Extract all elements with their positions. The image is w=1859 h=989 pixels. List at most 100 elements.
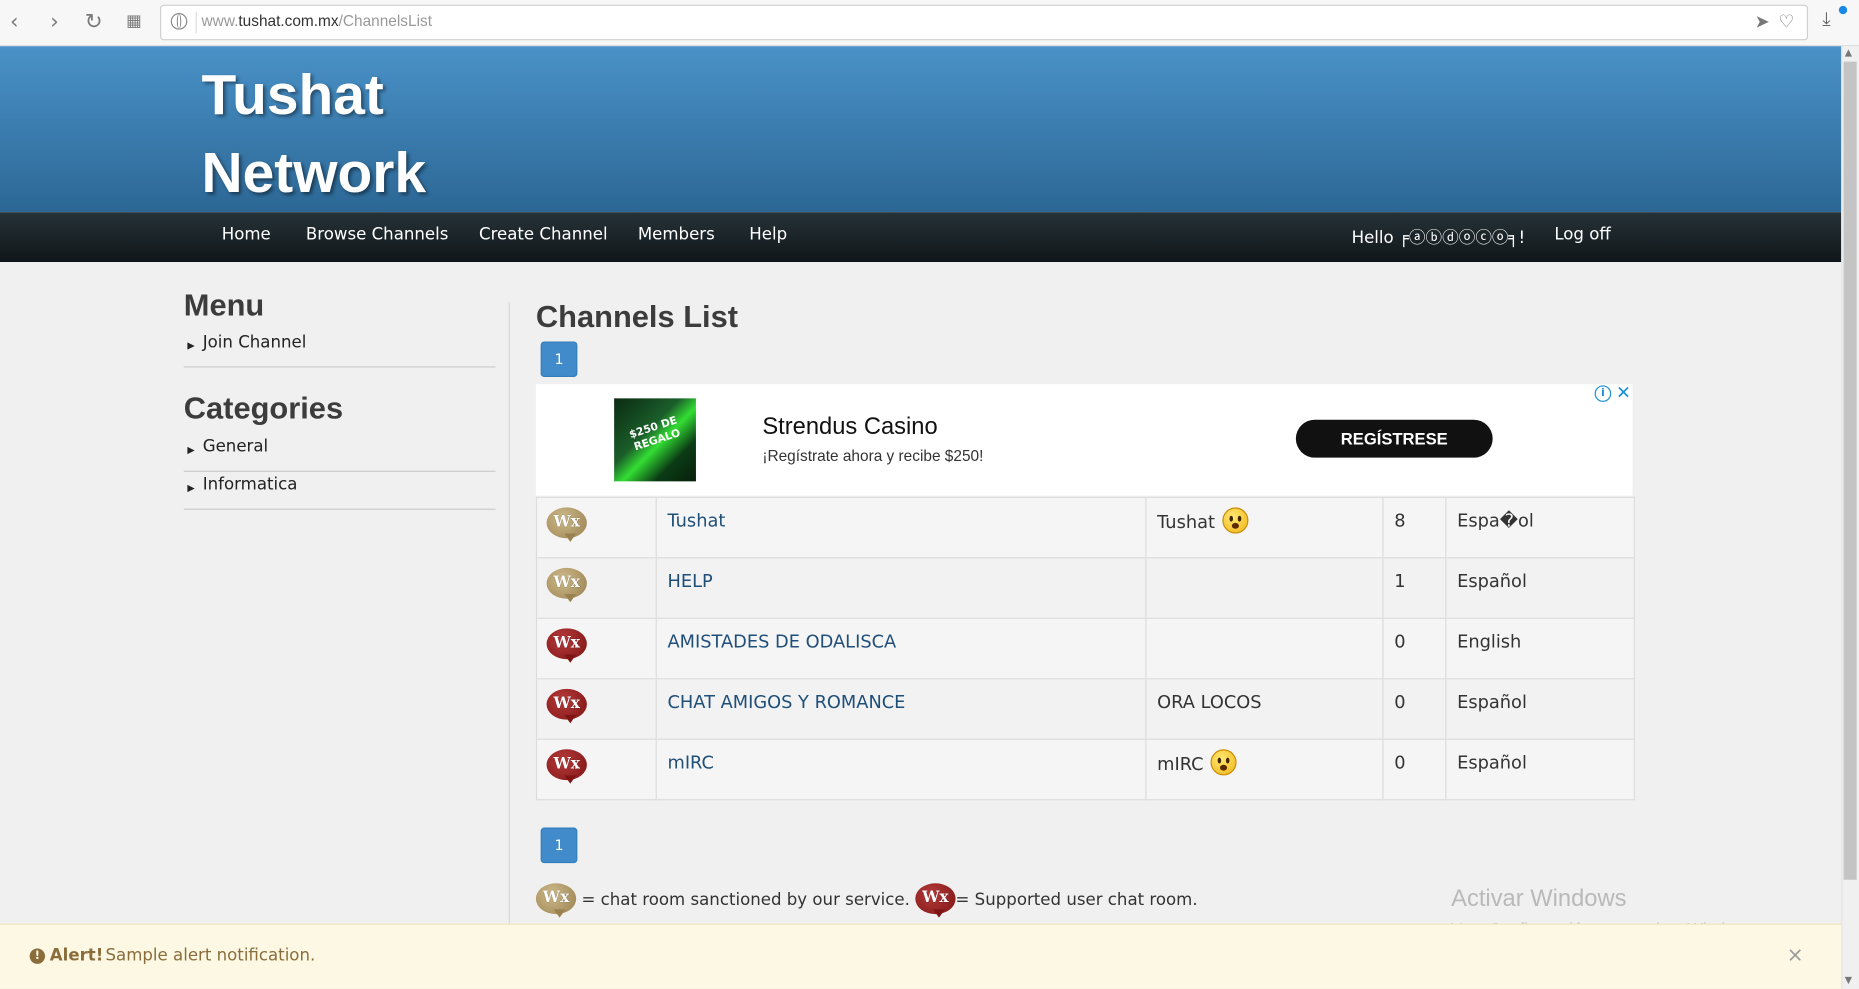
page-root: ‹ › ↻ ▦ www.tushat.com.mx/ChannelsList ➤… — [0, 0, 1859, 989]
channel-owner: ORA LOCOS — [1157, 691, 1262, 713]
nav-log-off[interactable]: Log off — [1554, 225, 1611, 244]
channel-owner: mIRC — [1157, 753, 1204, 775]
sidebar-item-general[interactable]: ▶ General — [183, 434, 496, 472]
url-prefix: www. — [201, 11, 239, 30]
channel-language-cell: Espa�ol — [1445, 496, 1635, 559]
channel-users-cell: 8 — [1382, 496, 1447, 559]
nav-browse-channels[interactable]: Browse Channels — [306, 225, 449, 244]
table-row: Wx Tushat Tushat 8 Espa�ol — [535, 496, 1635, 559]
bullet-icon: ▶ — [187, 444, 195, 456]
table-row: Wx AMISTADES DE ODALISCA 0 English — [535, 617, 1635, 680]
ad-image[interactable]: $250 DE REGALO — [614, 398, 696, 482]
channel-name-cell: Tushat — [655, 496, 1147, 559]
nav-members[interactable]: Members — [638, 225, 715, 244]
site-title-line1: Tushat — [201, 64, 384, 127]
channel-owner-cell — [1145, 557, 1384, 619]
channel-link[interactable]: HELP — [667, 570, 712, 591]
ad-description: ¡Regístrate ahora y recibe $250! — [762, 446, 984, 465]
channel-link[interactable]: AMISTADES DE ODALISCA — [667, 631, 896, 652]
download-icon[interactable]: ⤓ — [1822, 7, 1830, 31]
reload-icon[interactable]: ↻ — [79, 7, 107, 35]
scroll-down-icon[interactable]: ▼ — [1845, 975, 1852, 986]
channel-owner-cell: mIRC — [1145, 738, 1384, 801]
smiley-icon — [1222, 507, 1249, 534]
ad-register-button[interactable]: REGÍSTRESE — [1295, 419, 1493, 458]
activation-watermark-title: Activar Windows — [1451, 885, 1627, 912]
user-room-icon: Wx — [546, 688, 587, 724]
channels-table: Wx Tushat Tushat 8 Espa�ol Wx HELP 1 Esp… — [535, 496, 1635, 801]
address-separator — [195, 11, 197, 34]
ad-title[interactable]: Strendus Casino — [762, 414, 937, 441]
user-greeting[interactable]: Hello ╒ⓐⓑⓓⓞⓒⓞ╕! — [1352, 225, 1526, 249]
send-icon[interactable]: ➤ — [1755, 11, 1770, 32]
channel-users: 0 — [1394, 630, 1406, 653]
site-title[interactable]: Tushat Network — [202, 57, 558, 213]
channel-language-cell: English — [1445, 617, 1635, 680]
page-scrollbar-thumb[interactable] — [1843, 61, 1857, 880]
ad-info-icon[interactable]: i — [1594, 385, 1612, 402]
download-badge — [1838, 5, 1848, 15]
channel-name-cell: CHAT AMIGOS Y ROMANCE — [655, 678, 1147, 740]
url-domain: tushat.com.mx — [238, 11, 339, 30]
channel-icon-cell: Wx — [535, 678, 657, 740]
channel-language: Español — [1457, 691, 1527, 713]
channel-users-cell: 1 — [1382, 557, 1447, 619]
scroll-up-icon[interactable]: ▲ — [1845, 47, 1852, 58]
sidebar-item-join-channel[interactable]: ▶ Join Channel — [183, 330, 496, 368]
bullet-icon: ▶ — [187, 340, 195, 351]
sidebar-divider — [508, 302, 510, 925]
address-bar[interactable]: www.tushat.com.mx/ChannelsList ➤ ♡ — [160, 4, 1809, 41]
channel-link[interactable]: mIRC — [667, 752, 713, 773]
ad-image-text: $250 DE REGALO — [628, 415, 683, 454]
channel-owner: Tushat — [1157, 511, 1215, 533]
channel-users: 0 — [1394, 751, 1406, 774]
url-path: /ChannelsList — [338, 11, 433, 30]
channel-owner-cell: Tushat — [1145, 496, 1384, 559]
channel-language: Español — [1457, 570, 1527, 592]
forward-icon[interactable]: › — [40, 7, 68, 35]
channel-icon-cell: Wx — [535, 557, 657, 619]
sidebar-item-informatica[interactable]: ▶ Informatica — [183, 472, 496, 510]
browser-toolbar: ‹ › ↻ ▦ www.tushat.com.mx/ChannelsList ➤… — [0, 0, 1859, 47]
grid-icon[interactable]: ▦ — [120, 7, 148, 35]
channel-language-cell: Español — [1445, 557, 1635, 619]
smiley-icon — [1210, 749, 1237, 776]
address-text[interactable]: www.tushat.com.mx/ChannelsList — [202, 12, 432, 30]
alert-bar: ! Alert! Sample alert notification. × — [0, 923, 1842, 989]
sidebar-item-label: Join Channel — [202, 333, 307, 353]
channel-language: English — [1457, 630, 1522, 653]
channel-users-cell: 0 — [1382, 678, 1447, 740]
pagination-top-page[interactable]: 1 — [540, 341, 578, 378]
alert-close-icon[interactable]: × — [1787, 944, 1804, 968]
table-row: Wx HELP 1 Español — [535, 557, 1635, 619]
sanctioned-room-icon: Wx — [546, 507, 587, 542]
back-icon[interactable]: ‹ — [0, 7, 28, 35]
sanctioned-room-icon: Wx — [535, 883, 577, 918]
pagination-bottom-page[interactable]: 1 — [540, 827, 578, 864]
nav-home[interactable]: Home — [222, 225, 271, 244]
channel-users: 1 — [1394, 570, 1406, 592]
table-row: Wx CHAT AMIGOS Y ROMANCE ORA LOCOS 0 Esp… — [535, 678, 1635, 740]
channel-icon-cell: Wx — [535, 617, 657, 680]
page-title: Channels List — [535, 298, 739, 335]
channel-users-cell: 0 — [1382, 617, 1447, 680]
bullet-icon: ▶ — [187, 482, 195, 494]
nav-help[interactable]: Help — [749, 225, 787, 244]
ad-close-icon[interactable]: ✕ — [1616, 382, 1631, 403]
heart-icon[interactable]: ♡ — [1778, 11, 1794, 32]
channel-link[interactable]: CHAT AMIGOS Y ROMANCE — [667, 691, 905, 712]
channel-name-cell: HELP — [655, 557, 1147, 619]
legend-sanctioned-text: = chat room sanctioned by our service. — [581, 890, 910, 910]
channel-icon-cell: Wx — [535, 496, 657, 559]
sanctioned-room-icon: Wx — [546, 567, 587, 603]
channel-users: 0 — [1394, 691, 1406, 713]
channel-link[interactable]: Tushat — [667, 510, 725, 531]
nav-create-channel[interactable]: Create Channel — [479, 225, 608, 244]
user-room-icon: Wx — [546, 749, 587, 784]
advertisement[interactable]: $250 DE REGALO Strendus Casino ¡Regístra… — [535, 382, 1633, 496]
channel-icon-cell: Wx — [535, 738, 657, 801]
channel-users: 8 — [1394, 509, 1406, 532]
alert-message: Sample alert notification. — [105, 946, 316, 966]
channel-name-cell: mIRC — [655, 738, 1147, 801]
channel-language: Espa�ol — [1457, 509, 1534, 532]
